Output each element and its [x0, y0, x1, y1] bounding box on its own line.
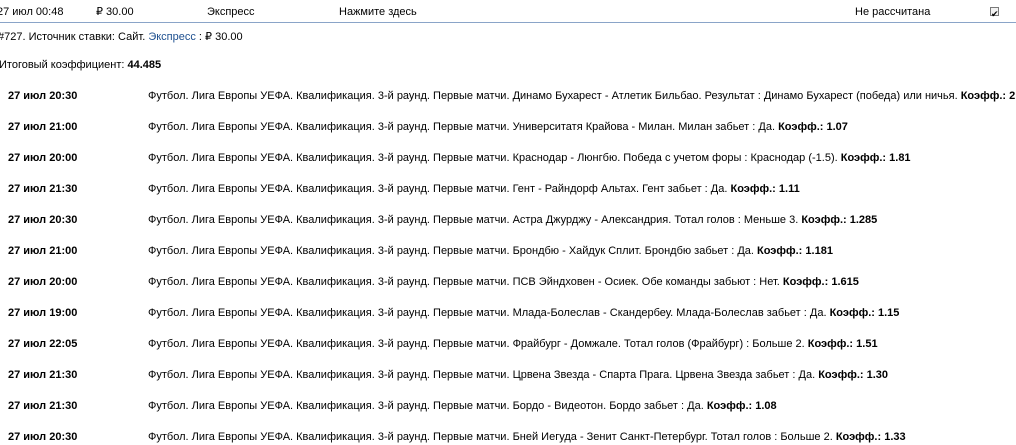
bet-row-coef-label: Коэфф.:	[782, 276, 829, 288]
checkmark-icon: ✔	[991, 9, 999, 19]
bet-row-event: Футбол. Лига Европы УЕФА. Квалификация. …	[148, 244, 833, 258]
bet-row-coef-value: 1.81	[889, 152, 911, 164]
bet-row-coef-value: 1.51	[856, 338, 878, 350]
bet-row-coef-label: Коэфф.:	[730, 183, 776, 195]
bet-row-coef-value: 1.33	[884, 431, 906, 443]
bet-row-coef-value: 1.615	[831, 276, 859, 288]
ticket-type-link[interactable]: Экспресс	[148, 31, 196, 43]
total-coefficient: Итоговый коэффициент: 44.485	[0, 59, 161, 71]
bet-row-coef-value: 1.11	[778, 183, 800, 195]
bet-row-event: Футбол. Лига Европы УЕФА. Квалификация. …	[148, 275, 859, 289]
bet-row-datetime: 27 июл 21:30	[8, 400, 78, 412]
bet-row-coef-value: 1.08	[755, 400, 777, 412]
bet-row-coef-label: Коэфф.:	[801, 214, 847, 226]
bet-row-description: Футбол. Лига Европы УЕФА. Квалификация. …	[148, 276, 780, 288]
bet-row-event: Футбол. Лига Европы УЕФА. Квалификация. …	[148, 213, 877, 227]
bet-row-datetime: 27 июл 21:00	[8, 121, 78, 133]
bet-row-coef-label: Коэфф.:	[807, 338, 854, 350]
bet-row-description: Футбол. Лига Европы УЕФА. Квалификация. …	[148, 431, 833, 443]
bet-row-event: Футбол. Лига Европы УЕФА. Квалификация. …	[148, 120, 848, 134]
bet-row-coef-label: Коэфф.:	[706, 400, 753, 412]
bet-row-event: Футбол. Лига Европы УЕФА. Квалификация. …	[148, 337, 878, 351]
bet-row-event: Футбол. Лига Европы УЕФА. Квалификация. …	[148, 182, 800, 196]
bet-row-datetime: 27 июл 20:00	[8, 276, 78, 288]
bet-type: Экспресс	[207, 6, 255, 18]
bet-row-event: Футбол. Лига Европы УЕФА. Квалификация. …	[148, 89, 1016, 103]
click-here-link[interactable]: Нажмите здесь	[339, 6, 417, 18]
bet-row-coef-label: Коэфф.:	[829, 307, 875, 319]
bet-row-coef-label: Коэфф.:	[757, 245, 803, 257]
bet-row-description: Футбол. Лига Европы УЕФА. Квалификация. …	[148, 400, 704, 412]
bet-row-coef-value: 1.30	[866, 369, 889, 381]
bet-row-coef-label: Коэфф.:	[778, 121, 824, 133]
bet-row-description: Футбол. Лига Европы УЕФА. Квалификация. …	[148, 338, 805, 350]
bet-row-coef-value: 1.15	[877, 307, 900, 319]
bet-row-coef-value: 1.07	[826, 121, 848, 133]
ticket-info: #727. Источник ставки: Сайт. Экспресс : …	[0, 31, 243, 43]
bet-row-description: Футбол. Лига Европы УЕФА. Квалификация. …	[148, 214, 799, 226]
bet-row-datetime: 27 июл 19:00	[8, 307, 78, 319]
bet-amount: ₽ 30.00	[96, 6, 134, 18]
bet-row-description: Футбол. Лига Европы УЕФА. Квалификация. …	[148, 307, 827, 319]
bet-row-datetime: 27 июл 21:30	[8, 369, 78, 381]
bet-row-description: Футбол. Лига Европы УЕФА. Квалификация. …	[148, 245, 754, 257]
bet-row-datetime: 27 июл 21:00	[8, 245, 78, 257]
bet-row-coef-label: Коэфф.:	[818, 369, 864, 381]
bet-status: Не рассчитана	[855, 6, 931, 18]
bet-row-datetime: 27 июл 22:05	[8, 338, 78, 350]
bet-row-event: Футбол. Лига Европы УЕФА. Квалификация. …	[148, 430, 906, 444]
ticket-prefix: #727. Источник ставки: Сайт.	[0, 31, 146, 43]
bet-row: 27 июл 21:30 Футбол. Лига Европы УЕФА. Кв…	[0, 368, 1016, 382]
bet-row-datetime: 27 июл 20:30	[8, 431, 78, 443]
bet-select-checkbox[interactable]: ✔	[990, 7, 999, 19]
bet-row: 27 июл 21:30 Футбол. Лига Европы УЕФА. Кв…	[0, 182, 1016, 196]
bet-row-coef-label: Коэфф.:	[840, 152, 887, 164]
bet-row: 27 июл 21:30 Футбол. Лига Европы УЕФА. Кв…	[0, 399, 1016, 413]
bet-row-coef-label: Коэфф.:	[835, 431, 882, 443]
total-coef-value: 44.485	[127, 59, 162, 71]
bet-row-coef-value: 1.285	[849, 214, 878, 226]
bet-row: 27 июл 21:00 Футбол. Лига Европы УЕФА. Кв…	[0, 244, 1016, 258]
ticket-amount: : ₽ 30.00	[198, 31, 243, 43]
bet-row-description: Футбол. Лига Европы УЕФА. Квалификация. …	[148, 121, 776, 133]
bet-row-description: Футбол. Лига Европы УЕФА. Квалификация. …	[148, 183, 728, 195]
bet-row-description: Футбол. Лига Европы УЕФА. Квалификация. …	[148, 152, 838, 164]
bet-row: 27 июл 20:30 Футбол. Лига Европы УЕФА. Кв…	[0, 213, 1016, 227]
bet-row-datetime: 27 июл 20:00	[8, 152, 78, 164]
bet-datetime: 27 июл 00:48	[0, 6, 64, 18]
bet-row-coef-value: 1.181	[805, 245, 833, 257]
bet-row-coef-label: Коэфф.:	[960, 90, 1007, 102]
bet-row-event: Футбол. Лига Европы УЕФА. Квалификация. …	[148, 151, 911, 165]
bet-row-datetime: 27 июл 20:30	[8, 214, 78, 226]
bet-row: 27 июл 22:05 Футбол. Лига Европы УЕФА. Кв…	[0, 337, 1016, 351]
bet-row-description: Футбол. Лига Европы УЕФА. Квалификация. …	[148, 90, 958, 102]
bet-row-datetime: 27 июл 20:30	[8, 90, 78, 102]
bet-row: 27 июл 20:30 Футбол. Лига Европы УЕФА. Кв…	[0, 89, 1016, 103]
bet-row-datetime: 27 июл 21:30	[8, 183, 78, 195]
bet-row-event: Футбол. Лига Европы УЕФА. Квалификация. …	[148, 368, 888, 382]
bet-row: 27 июл 19:00 Футбол. Лига Европы УЕФА. Кв…	[0, 306, 1016, 320]
bet-row: 27 июл 20:30 Футбол. Лига Европы УЕФА. Кв…	[0, 430, 1016, 444]
bet-row: 27 июл 21:00 Футбол. Лига Европы УЕФА. Кв…	[0, 120, 1016, 134]
bet-row-description: Футбол. Лига Европы УЕФА. Квалификация. …	[148, 369, 816, 381]
bet-row: 27 июл 20:00 Футбол. Лига Европы УЕФА. Кв…	[0, 275, 1016, 289]
bet-row: 27 июл 20:00 Футбол. Лига Европы УЕФА. Кв…	[0, 151, 1016, 165]
bet-row-event: Футбол. Лига Европы УЕФА. Квалификация. …	[148, 306, 899, 320]
total-coef-label: Итоговый коэффициент:	[0, 59, 125, 71]
bet-row-coef-value: 2.60	[1009, 90, 1016, 102]
bet-header-row: 27 июл 00:48 ₽ 30.00 Экспресс Нажмите зд…	[0, 0, 1016, 23]
bet-row-event: Футбол. Лига Европы УЕФА. Квалификация. …	[148, 399, 777, 413]
